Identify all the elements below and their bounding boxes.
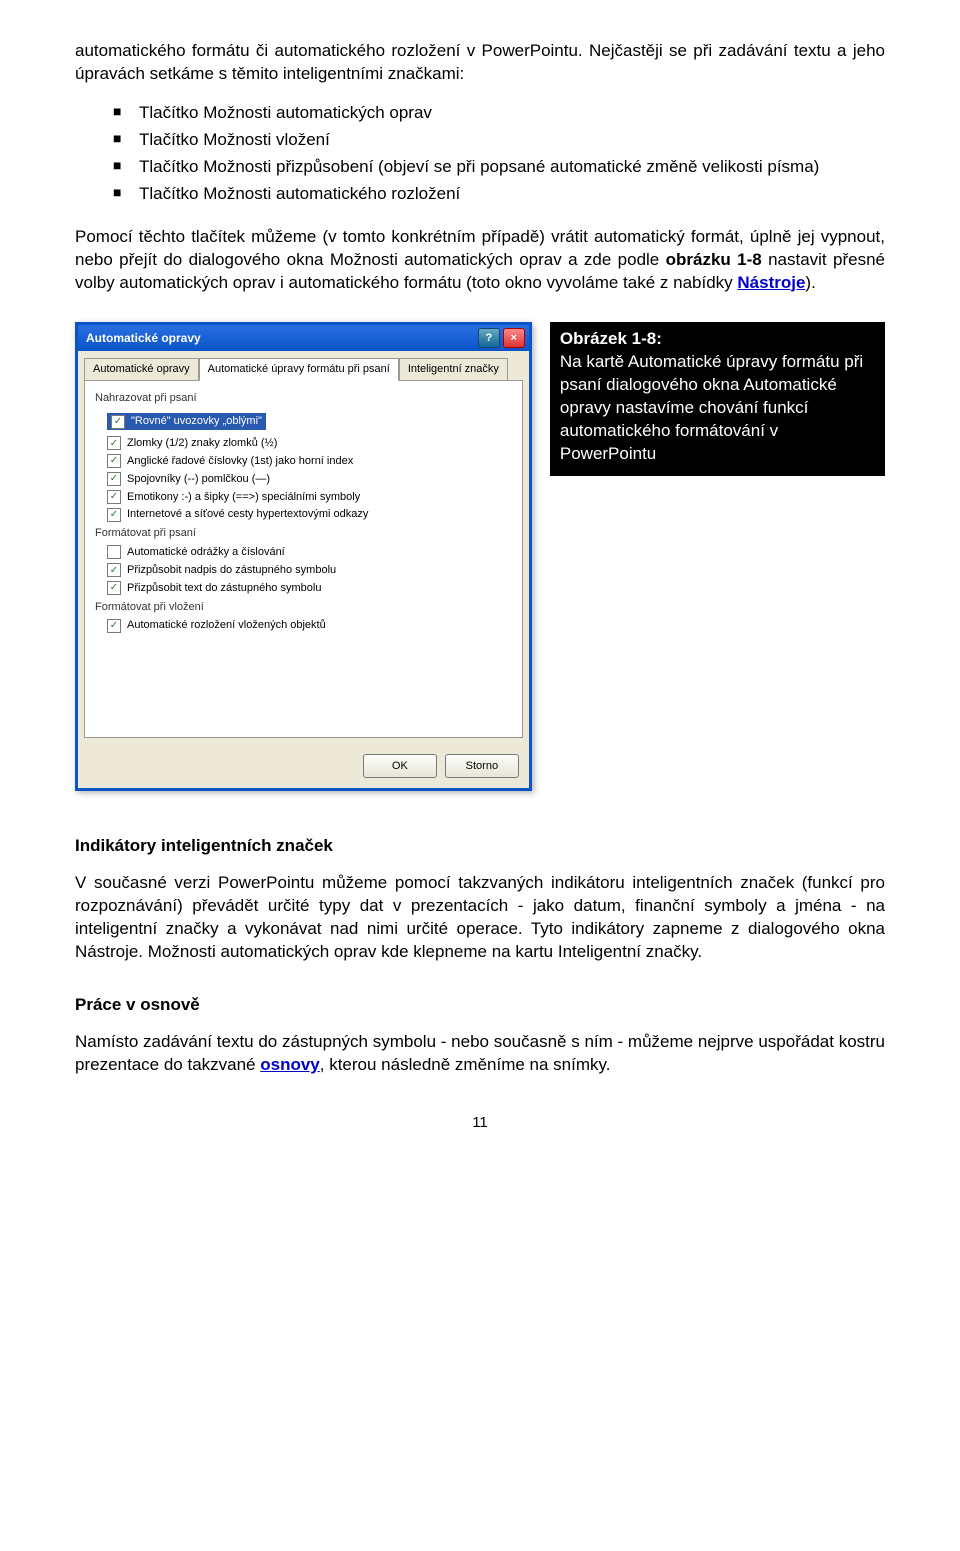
intro-paragraph-2: Pomocí těchto tlačítek můžeme (v tomto k… xyxy=(75,226,885,295)
cancel-button[interactable]: Storno xyxy=(445,754,519,778)
group-replace: Nahrazovat při psaní xyxy=(95,391,512,406)
checkbox-label: Zlomky (1/2) znaky zlomků (½) xyxy=(127,436,277,451)
group-format-insert: Formátovat při vložení xyxy=(95,600,512,615)
tab-autocorrect[interactable]: Automatické opravy xyxy=(84,358,199,381)
close-button[interactable]: × xyxy=(503,328,525,348)
checkbox-row[interactable]: ✓ Emotikony :-) a šipky (==>) speciálními… xyxy=(107,490,512,505)
text: , kterou následně změníme na snímky. xyxy=(320,1055,611,1074)
checkbox-row[interactable]: ✓ Spojovníky (--) pomlčkou (—) xyxy=(107,472,512,487)
figure-1-8: Automatické opravy ? × Automatické oprav… xyxy=(75,322,885,791)
checkbox-label: Spojovníky (--) pomlčkou (—) xyxy=(127,472,270,487)
checkbox-row[interactable]: ✓ Anglické řadové číslovky (1st) jako hor… xyxy=(107,454,512,469)
dialog-footer: OK Storno xyxy=(78,744,529,788)
checkbox-icon: ✓ xyxy=(107,490,121,504)
checkbox-label: Automatické rozložení vložených objektů xyxy=(127,618,326,633)
help-button[interactable]: ? xyxy=(478,328,500,348)
smarttag-paragraph: V současné verzi PowerPointu můžeme pomo… xyxy=(75,872,885,964)
autocorrect-dialog: Automatické opravy ? × Automatické oprav… xyxy=(75,322,532,791)
dialog-tabs: Automatické opravy Automatické úpravy fo… xyxy=(78,351,529,380)
checkbox-icon xyxy=(107,545,121,559)
list-item: Tlačítko Možnosti automatických oprav xyxy=(113,102,885,125)
checkbox-icon: ✓ xyxy=(107,563,121,577)
figure-caption: Obrázek 1-8: Na kartě Automatické úpravy… xyxy=(550,322,885,476)
dialog-title: Automatické opravy xyxy=(86,330,201,346)
heading-smarttag-indicators: Indikátory inteligentních značek xyxy=(75,835,885,858)
ok-button[interactable]: OK xyxy=(363,754,437,778)
checkbox-label: Přizpůsobit text do zástupného symbolu xyxy=(127,581,321,596)
checkbox-label: Internetové a síťové cesty hypertextovým… xyxy=(127,507,368,522)
checkbox-icon: ✓ xyxy=(107,581,121,595)
checkbox-icon: ✓ xyxy=(107,454,121,468)
checkbox-label: Emotikony :-) a šipky (==>) speciálními … xyxy=(127,490,360,505)
outline-paragraph: Namísto zadávání textu do zástupných sym… xyxy=(75,1031,885,1077)
checkbox-label: "Rovné" uvozovky „oblými" xyxy=(131,414,262,429)
page-number: 11 xyxy=(75,1113,885,1133)
checkbox-icon: ✓ xyxy=(111,415,125,429)
link-nastroje[interactable]: Nástroje xyxy=(737,273,805,292)
group-format-typing: Formátovat při psaní xyxy=(95,526,512,541)
checkbox-row[interactable]: ✓ Přizpůsobit nadpis do zástupného symbol… xyxy=(107,563,512,578)
intro-bullets: Tlačítko Možnosti automatických oprav Tl… xyxy=(113,102,885,206)
caption-text: Na kartě Automatické úpravy formátu při … xyxy=(560,352,863,463)
checkbox-icon: ✓ xyxy=(107,436,121,450)
checkbox-icon: ✓ xyxy=(107,508,121,522)
dialog-body: Nahrazovat při psaní ✓ "Rovné" uvozovky „… xyxy=(84,380,523,738)
list-item: Tlačítko Možnosti přizpůsobení (objeví s… xyxy=(113,156,885,179)
list-item: Tlačítko Možnosti vložení xyxy=(113,129,885,152)
text: ). xyxy=(805,273,815,292)
tab-autoformat[interactable]: Automatické úpravy formátu při psaní xyxy=(199,358,399,381)
checkbox-row[interactable]: Automatické odrážky a číslování xyxy=(107,545,512,560)
checkbox-row[interactable]: ✓ "Rovné" uvozovky „oblými" xyxy=(107,413,266,430)
checkbox-icon: ✓ xyxy=(107,472,121,486)
checkbox-row[interactable]: ✓ Přizpůsobit text do zástupného symbolu xyxy=(107,581,512,596)
checkbox-row[interactable]: ✓ Automatické rozložení vložených objektů xyxy=(107,618,512,633)
tab-smarttags[interactable]: Inteligentní značky xyxy=(399,358,508,381)
figure-ref: obrázku 1-8 xyxy=(666,250,762,269)
checkbox-label: Automatické odrážky a číslování xyxy=(127,545,285,560)
checkbox-row[interactable]: ✓ Zlomky (1/2) znaky zlomků (½) xyxy=(107,436,512,451)
list-item: Tlačítko Možnosti automatického rozložen… xyxy=(113,183,885,206)
link-osnovy[interactable]: osnovy xyxy=(260,1055,320,1074)
checkbox-label: Přizpůsobit nadpis do zástupného symbolu xyxy=(127,563,336,578)
heading-outline: Práce v osnově xyxy=(75,994,885,1017)
checkbox-row[interactable]: ✓ Internetové a síťové cesty hypertextový… xyxy=(107,507,512,522)
caption-title: Obrázek 1-8: xyxy=(560,329,662,348)
intro-paragraph-1: automatického formátu či automatického r… xyxy=(75,40,885,86)
checkbox-icon: ✓ xyxy=(107,619,121,633)
checkbox-label: Anglické řadové číslovky (1st) jako horn… xyxy=(127,454,353,469)
dialog-titlebar: Automatické opravy ? × xyxy=(78,325,529,351)
